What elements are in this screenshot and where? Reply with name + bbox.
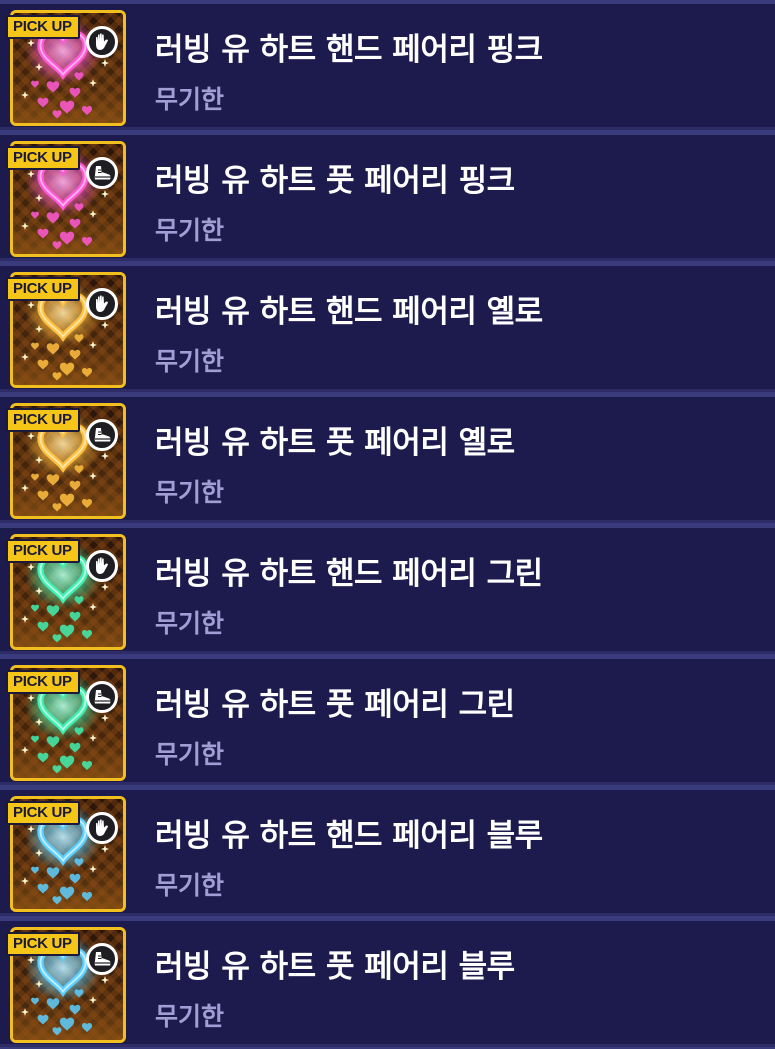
list-item[interactable]: PICK UP 러빙 유 하트 핸드 페어리 블루 무기한: [0, 790, 775, 916]
list-item[interactable]: PICK UP 러빙 유 하트 풋 페어리 핑크 무기한: [0, 135, 775, 261]
list-item[interactable]: PICK UP 러빙 유 하트 풋 페어리 옐로 무기한: [0, 397, 775, 523]
list-item[interactable]: PICK UP 러빙 유 하트 핸드 페어리 핑크 무기한: [0, 4, 775, 130]
pickup-badge: PICK UP: [6, 670, 80, 694]
hand-icon: [86, 26, 118, 58]
item-name: 러빙 유 하트 풋 페어리 그린: [155, 687, 515, 723]
item-name: 러빙 유 하트 핸드 페어리 블루: [155, 818, 543, 854]
list-item[interactable]: PICK UP 러빙 유 하트 핸드 페어리 옐로 무기한: [0, 266, 775, 392]
pickup-badge: PICK UP: [6, 408, 80, 432]
pickup-badge: PICK UP: [6, 146, 80, 170]
pickup-badge: PICK UP: [6, 277, 80, 301]
item-name: 러빙 유 하트 풋 페어리 블루: [155, 949, 515, 985]
shoe-icon: [86, 157, 118, 189]
item-name: 러빙 유 하트 핸드 페어리 핑크: [155, 32, 543, 68]
pickup-badge: PICK UP: [6, 539, 80, 563]
item-duration: 무기한: [155, 216, 225, 245]
item-list: PICK UP 러빙 유 하트 핸드 페어리 핑크 무기한 PICK UP 러빙…: [0, 0, 775, 1049]
hand-icon: [86, 812, 118, 844]
shoe-icon: [86, 681, 118, 713]
list-item[interactable]: PICK UP 러빙 유 하트 핸드 페어리 그린 무기한: [0, 528, 775, 654]
hand-icon: [86, 288, 118, 320]
item-duration: 무기한: [155, 478, 225, 507]
item-duration: 무기한: [155, 85, 225, 114]
item-duration: 무기한: [155, 347, 225, 376]
hand-icon: [86, 550, 118, 582]
item-duration: 무기한: [155, 871, 225, 900]
pickup-badge: PICK UP: [6, 801, 80, 825]
item-name: 러빙 유 하트 핸드 페어리 옐로: [155, 294, 543, 330]
item-duration: 무기한: [155, 1002, 225, 1031]
shoe-icon: [86, 419, 118, 451]
item-duration: 무기한: [155, 609, 225, 638]
list-item[interactable]: PICK UP 러빙 유 하트 풋 페어리 블루 무기한: [0, 921, 775, 1047]
list-item[interactable]: PICK UP 러빙 유 하트 풋 페어리 그린 무기한: [0, 659, 775, 785]
shoe-icon: [86, 943, 118, 975]
item-name: 러빙 유 하트 핸드 페어리 그린: [155, 556, 543, 592]
item-duration: 무기한: [155, 740, 225, 769]
pickup-badge: PICK UP: [6, 15, 80, 39]
pickup-badge: PICK UP: [6, 932, 80, 956]
item-name: 러빙 유 하트 풋 페어리 핑크: [155, 163, 515, 199]
item-name: 러빙 유 하트 풋 페어리 옐로: [155, 425, 515, 461]
